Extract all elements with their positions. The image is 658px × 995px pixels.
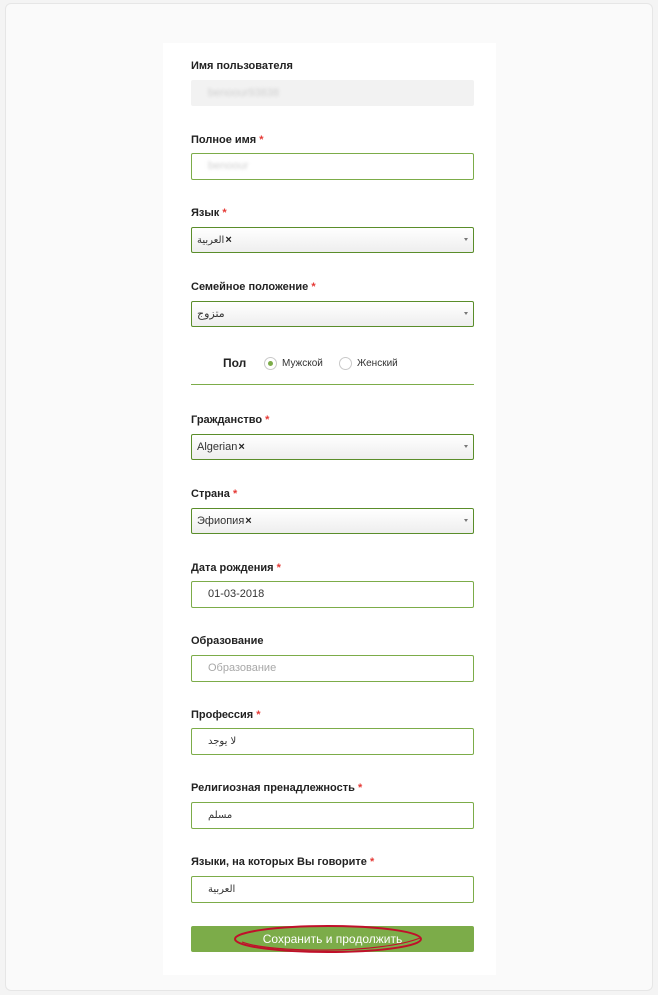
marital-select[interactable]: متزوج [191,301,474,327]
fullname-label: Полное имя * [191,134,264,146]
spoken-languages-input[interactable]: العربية [191,876,474,903]
fullname-value: benoour [208,160,249,172]
required-marker: * [222,207,227,219]
country-chip: Эфиопия× [197,509,252,533]
education-placeholder: Образование [208,662,277,674]
required-marker: * [265,414,270,426]
country-chip-label: Эфиопия [197,515,245,527]
chip-remove-icon[interactable]: × [245,515,251,527]
username-field: benoour93838 [191,80,474,106]
country-label: Страна * [191,488,238,500]
chevron-down-icon [464,312,468,315]
spoken-languages-value: العربية [208,884,236,895]
gender-female-radio[interactable] [339,357,352,370]
chevron-down-icon [464,519,468,522]
spoken-languages-label: Языки, на которых Вы говорите * [191,856,375,868]
language-label: Язык * [191,207,227,219]
chip-remove-icon[interactable]: × [225,234,231,246]
save-continue-button[interactable]: Сохранить и продолжить [191,926,474,952]
language-chip: العربية× [197,228,232,253]
education-input[interactable]: Образование [191,655,474,682]
citizenship-label: Гражданство * [191,414,270,426]
required-marker: * [357,782,363,794]
chevron-down-icon [464,238,468,241]
marital-label: Семейное положение * [191,281,316,293]
birthdate-input[interactable]: 01-03-2018 [191,581,474,608]
profession-value: لا يوجد [208,736,237,747]
required-marker: * [311,281,316,293]
gender-label: Пол [223,356,247,370]
chevron-down-icon [464,445,468,448]
chip-remove-icon[interactable]: × [238,441,244,453]
language-select[interactable]: العربية× [191,227,474,253]
required-marker: * [259,134,264,146]
education-label: Образование [191,635,264,647]
section-divider [191,384,474,385]
username-value: benoour93838 [208,87,279,99]
gender-female-label[interactable]: Женский [357,357,398,371]
profession-input[interactable]: لا يوجد [191,728,474,755]
required-marker: * [276,562,281,574]
birthdate-value: 01-03-2018 [208,588,265,600]
citizenship-chip-label: Algerian [197,441,238,453]
religion-label: Религиозная пренадлежность * [191,782,363,794]
required-marker: * [256,709,261,721]
profession-label: Профессия * [191,709,261,721]
religion-input[interactable]: مسلم [191,802,474,829]
citizenship-chip: Algerian× [197,435,245,459]
birthdate-label: Дата рождения * [191,562,281,574]
marital-value: متزوج [197,307,225,320]
gender-male-label[interactable]: Мужской [282,357,323,371]
country-select[interactable]: Эфиопия× [191,508,474,534]
gender-male-radio[interactable] [264,357,277,370]
citizenship-select[interactable]: Algerian× [191,434,474,460]
fullname-input[interactable]: benoour [191,153,474,180]
username-label: Имя пользователя [191,60,293,72]
required-marker: * [233,488,238,500]
language-chip-label: العربية [197,235,225,246]
required-marker: * [369,856,375,868]
religion-value: مسلم [208,810,233,821]
